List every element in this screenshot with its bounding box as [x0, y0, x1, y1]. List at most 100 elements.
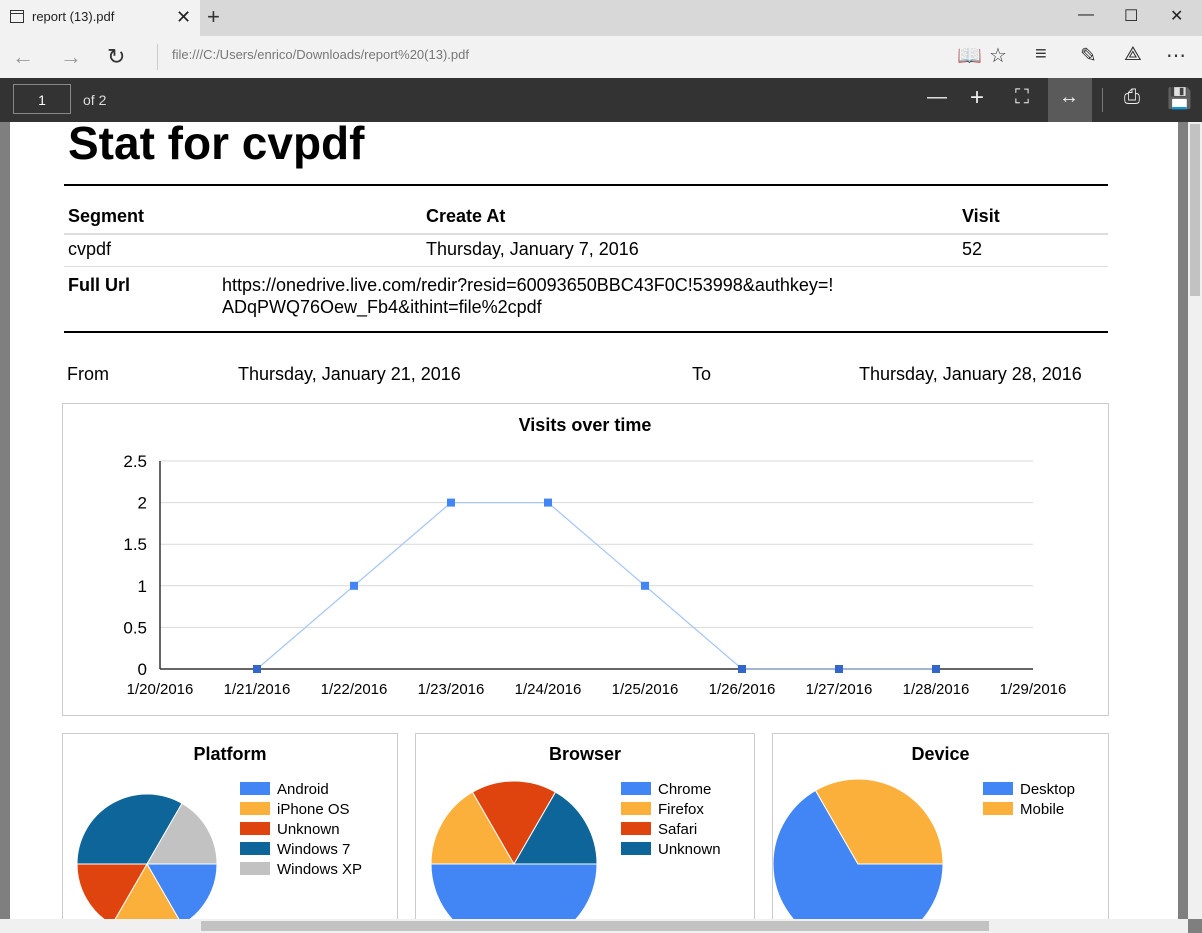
x-tick-label: 1/25/2016: [612, 681, 679, 698]
toolbar-divider: [1102, 88, 1103, 112]
y-tick-label: 1.5: [123, 535, 147, 554]
legend-swatch: [621, 802, 651, 815]
visits-chart-panel: Visits over time 0 0.5 1 1.5 2 2.5 1/20/2016 1/2…: [62, 403, 1109, 716]
address-bar[interactable]: file:///C:/Users/enrico/Downloads/report…: [172, 47, 469, 62]
device-panel: Device Desktop Mobile: [772, 733, 1109, 919]
report-title: Stat for cvpdf: [68, 122, 365, 169]
segment-value: cvpdf: [68, 239, 112, 259]
web-note-icon[interactable]: ✎: [1080, 43, 1097, 68]
segment-header: Segment: [68, 206, 145, 226]
visits-line-chart: Visits over time 0 0.5 1 1.5 2 2.5 1/20/2016 1/2…: [123, 415, 1066, 698]
legend-label: Firefox: [658, 801, 704, 818]
legend-swatch: [983, 782, 1013, 795]
browser-panel: Browser Chrome Firefox Safari Unknown: [415, 733, 755, 919]
address-divider: [157, 44, 158, 70]
hub-icon[interactable]: ≡: [1035, 43, 1047, 66]
row-rule: [64, 266, 1108, 267]
to-date: Thursday, January 28, 2016: [859, 364, 1082, 384]
save-icon[interactable]: 💾: [1167, 86, 1192, 111]
legend-label: Windows XP: [277, 861, 362, 878]
legend-swatch: [240, 802, 270, 815]
page-number-input[interactable]: 1: [13, 84, 71, 114]
legend-swatch: [621, 842, 651, 855]
table-top-rule: [64, 184, 1108, 186]
y-tick-label: 2: [138, 494, 147, 513]
more-icon[interactable]: ⋯: [1166, 43, 1186, 68]
full-url-label: Full Url: [68, 275, 130, 295]
pie-title: Device: [911, 744, 969, 764]
refresh-icon[interactable]: ↻: [107, 44, 125, 70]
fit-width-icon[interactable]: ↔: [1059, 86, 1079, 109]
pie-slice: [430, 863, 598, 919]
legend-label: Android: [277, 781, 329, 798]
visit-header: Visit: [962, 206, 1000, 226]
x-tick-label: 1/22/2016: [321, 681, 388, 698]
from-date: Thursday, January 21, 2016: [238, 364, 461, 384]
tab-close-icon[interactable]: ✕: [176, 7, 191, 28]
legend-swatch: [983, 802, 1013, 815]
y-tick-label: 1: [138, 577, 147, 596]
x-tick-label: 1/24/2016: [515, 681, 582, 698]
device-pie-chart: Device Desktop Mobile: [772, 744, 1075, 919]
legend-swatch: [621, 822, 651, 835]
legend-label: Desktop: [1020, 781, 1075, 798]
x-tick-label: 1/26/2016: [709, 681, 776, 698]
data-point: [932, 665, 940, 673]
forward-icon[interactable]: →: [60, 44, 82, 70]
create-at-header: Create At: [426, 206, 506, 226]
legend-label: iPhone OS: [277, 801, 350, 818]
legend-label: Safari: [658, 821, 697, 838]
legend-label: Mobile: [1020, 801, 1064, 818]
vertical-scroll-thumb[interactable]: [1190, 124, 1200, 296]
data-point: [835, 665, 843, 673]
fit-page-icon[interactable]: ⛶: [1015, 86, 1029, 109]
tab-title: report (13).pdf: [32, 9, 115, 24]
print-icon[interactable]: ⎙: [1124, 86, 1140, 109]
pdf-page: Stat for cvpdf Segment Create At Visit c…: [10, 122, 1178, 919]
to-label: To: [692, 364, 712, 384]
reading-view-icon[interactable]: 📖: [957, 43, 982, 68]
legend-swatch: [240, 782, 270, 795]
x-tick-label: 1/27/2016: [806, 681, 873, 698]
data-point: [641, 581, 649, 590]
legend-label: Chrome: [658, 781, 711, 798]
table-bottom-rule: [64, 331, 1108, 333]
page-count-label: of 2: [83, 92, 107, 108]
create-at-value: Thursday, January 7, 2016: [426, 239, 639, 259]
zoom-in-icon[interactable]: +: [970, 84, 984, 112]
maximize-icon[interactable]: ☐: [1124, 6, 1138, 26]
y-tick-label: 0: [138, 660, 147, 679]
visit-value: 52: [962, 239, 983, 259]
pie-title: Browser: [549, 744, 621, 764]
legend-label: Windows 7: [277, 841, 350, 858]
x-tick-label: 1/23/2016: [418, 681, 485, 698]
pie-title: Platform: [193, 744, 266, 764]
data-point: [738, 665, 746, 673]
x-tick-label: 1/28/2016: [903, 681, 970, 698]
back-icon[interactable]: ←: [12, 44, 34, 70]
tab-page-icon: [10, 10, 24, 28]
minimize-icon[interactable]: —: [1078, 6, 1094, 24]
chart-title: Visits over time: [519, 415, 652, 435]
platform-panel: Platform Android iPhone OS Unknown Windows 7…: [62, 733, 398, 919]
y-tick-label: 2.5: [123, 452, 147, 471]
full-url-line2: ADqPWQ76Oew_Fb4&ithint=file%2cpdf: [222, 297, 542, 317]
x-tick-label: 1/21/2016: [224, 681, 291, 698]
zoom-out-icon[interactable]: —: [927, 86, 947, 109]
data-point: [253, 665, 261, 673]
data-point: [350, 581, 358, 590]
favorite-star-icon[interactable]: ☆: [989, 43, 1007, 68]
legend-swatch: [240, 822, 270, 835]
browser-pie-chart: Browser Chrome Firefox Safari Unknown: [430, 744, 721, 919]
browser-tab[interactable]: report (13).pdf ✕: [0, 0, 200, 36]
legend-swatch: [240, 862, 270, 875]
close-window-icon[interactable]: ✕: [1170, 6, 1183, 26]
horizontal-scroll-thumb[interactable]: [201, 921, 989, 931]
new-tab-icon[interactable]: +: [207, 4, 220, 30]
platform-pie-chart: Platform Android iPhone OS Unknown Windows 7…: [76, 744, 362, 919]
legend-swatch: [621, 782, 651, 795]
share-icon[interactable]: ⟁: [1124, 43, 1142, 66]
x-tick-label: 1/20/2016: [127, 681, 194, 698]
legend-swatch: [240, 842, 270, 855]
full-url-line1: https://onedrive.live.com/redir?resid=60…: [222, 275, 834, 295]
